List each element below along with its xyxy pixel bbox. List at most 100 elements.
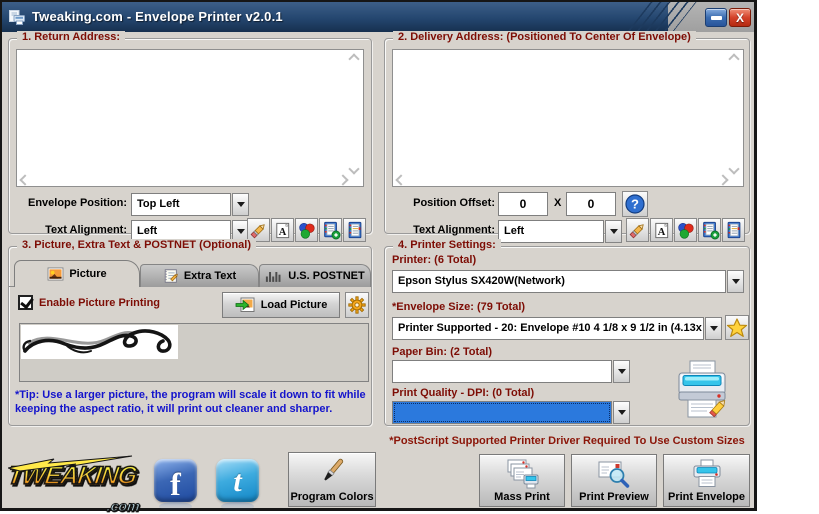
offset-x-input[interactable] bbox=[498, 192, 548, 216]
logo-suffix: .com bbox=[106, 498, 141, 514]
print-envelope-icon bbox=[690, 457, 724, 491]
envelope-size-label: *Envelope Size: (79 Total) bbox=[392, 301, 525, 313]
delivery-address-textarea[interactable] bbox=[392, 49, 744, 187]
chevron-down-icon[interactable] bbox=[727, 270, 744, 293]
printer-properties-button[interactable] bbox=[673, 359, 731, 426]
delivery-clear-text-button[interactable] bbox=[626, 218, 649, 242]
tweaking-logo[interactable]: TWEAKING .com bbox=[8, 462, 140, 508]
printer-settings-group: 4. Printer Settings: Printer: (6 Total) … bbox=[384, 246, 750, 426]
facebook-icon[interactable]: f bbox=[154, 459, 197, 502]
delivery-address-book-button[interactable] bbox=[722, 218, 745, 242]
paper-bin-label: Paper Bin: (2 Total) bbox=[392, 346, 492, 358]
app-icon bbox=[8, 8, 26, 26]
envelope-size-select[interactable]: Printer Supported - 20: Envelope #10 4 1… bbox=[392, 317, 722, 340]
envelope-position-select[interactable]: Top Left bbox=[131, 193, 249, 216]
postnet-tab-icon bbox=[265, 270, 283, 283]
svg-text:?: ? bbox=[631, 197, 639, 212]
picture-options-button[interactable] bbox=[345, 292, 369, 318]
help-icon: ? bbox=[624, 193, 646, 215]
svg-text:A: A bbox=[279, 226, 287, 237]
enable-picture-checkbox[interactable] bbox=[18, 295, 33, 310]
enable-picture-label: Enable Picture Printing bbox=[39, 297, 160, 309]
chevron-down-icon[interactable] bbox=[232, 193, 249, 216]
minimize-icon bbox=[711, 16, 722, 20]
tab-us-postnet[interactable]: U.S. POSTNET bbox=[259, 264, 371, 287]
address-book-icon bbox=[724, 220, 744, 240]
picture-preview bbox=[21, 325, 178, 359]
load-picture-icon bbox=[235, 297, 255, 313]
flourish-swirl-image bbox=[21, 325, 178, 359]
printer-settings-legend: 4. Printer Settings: bbox=[393, 239, 501, 251]
return-font-button[interactable]: A bbox=[271, 218, 294, 242]
favorite-size-button[interactable] bbox=[725, 315, 749, 340]
print-quality-select[interactable] bbox=[392, 401, 630, 424]
font-a-icon: A bbox=[652, 221, 671, 240]
print-preview-button[interactable]: Print Preview bbox=[571, 454, 657, 507]
close-button[interactable]: X bbox=[729, 8, 751, 27]
paintbrush-icon bbox=[317, 455, 347, 491]
tab-extra-text[interactable]: Extra Text bbox=[140, 264, 259, 287]
paper-bin-select[interactable] bbox=[392, 360, 630, 383]
lightning-bolt-icon bbox=[8, 455, 136, 471]
twitter-icon[interactable]: t bbox=[216, 459, 259, 502]
picture-tip-line1: *Tip: Use a larger picture, the program … bbox=[15, 389, 366, 401]
picture-tip-line2: keeping the aspect ratio, it will print … bbox=[15, 403, 332, 415]
text-alignment-label: Text Alignment: bbox=[385, 224, 495, 236]
mass-print-icon bbox=[504, 457, 540, 491]
delivery-text-alignment-select[interactable]: Left bbox=[498, 220, 622, 243]
return-address-book-button[interactable] bbox=[343, 218, 366, 242]
star-icon bbox=[726, 317, 748, 339]
gear-icon bbox=[347, 295, 367, 315]
picture-tab-icon bbox=[47, 267, 64, 281]
svg-text:A: A bbox=[658, 226, 666, 237]
offset-y-input[interactable] bbox=[566, 192, 616, 216]
chevron-down-icon[interactable] bbox=[613, 360, 630, 383]
picture-group: 3. Picture, Extra Text & POSTNET (Option… bbox=[8, 246, 372, 426]
return-address-book-add-button[interactable] bbox=[319, 218, 342, 242]
delivery-font-button[interactable]: A bbox=[650, 218, 673, 242]
tab-picture[interactable]: Picture bbox=[14, 260, 140, 287]
chevron-down-icon[interactable] bbox=[613, 401, 630, 424]
window-title: Tweaking.com - Envelope Printer v2.0.1 bbox=[32, 9, 283, 24]
titlebar: Tweaking.com - Envelope Printer v2.0.1 X bbox=[2, 2, 754, 32]
printer-pencil-icon bbox=[673, 359, 731, 421]
program-colors-button[interactable]: Program Colors bbox=[288, 452, 376, 507]
address-book-add-icon bbox=[700, 220, 720, 240]
delivery-address-group: 2. Delivery Address: (Positioned To Cent… bbox=[384, 38, 750, 234]
envelope-position-label: Envelope Position: bbox=[9, 197, 127, 209]
return-colors-button[interactable] bbox=[295, 218, 318, 242]
printer-label: Printer: (6 Total) bbox=[392, 254, 476, 266]
rgb-circles-icon bbox=[676, 221, 695, 240]
address-book-add-icon bbox=[321, 220, 341, 240]
minimize-button[interactable] bbox=[705, 8, 727, 27]
pencil-eraser-icon bbox=[628, 221, 647, 240]
print-envelope-button[interactable]: Print Envelope bbox=[663, 454, 750, 507]
close-icon: X bbox=[736, 11, 744, 25]
print-preview-icon bbox=[597, 457, 631, 491]
rgb-circles-icon bbox=[297, 221, 316, 240]
picture-group-legend: 3. Picture, Extra Text & POSTNET (Option… bbox=[17, 239, 256, 251]
return-address-textarea[interactable] bbox=[16, 49, 364, 187]
postscript-note: *PostScript Supported Printer Driver Req… bbox=[384, 435, 750, 447]
delivery-address-legend: 2. Delivery Address: (Positioned To Cent… bbox=[393, 31, 696, 43]
picture-preview-box bbox=[19, 323, 369, 382]
app-window: Tweaking.com - Envelope Printer v2.0.1 X… bbox=[0, 0, 757, 511]
pencil-eraser-icon bbox=[249, 221, 268, 240]
return-address-legend: 1. Return Address: bbox=[17, 31, 125, 43]
font-a-icon: A bbox=[273, 221, 292, 240]
delivery-address-book-add-button[interactable] bbox=[698, 218, 721, 242]
print-quality-label: Print Quality - DPI: (0 Total) bbox=[392, 387, 534, 399]
load-picture-button[interactable]: Load Picture bbox=[222, 292, 340, 318]
offset-separator: X bbox=[554, 197, 561, 209]
return-address-group: 1. Return Address: Envelope Position: To… bbox=[8, 38, 372, 234]
extra-text-tab-icon bbox=[163, 268, 179, 284]
address-book-icon bbox=[345, 220, 365, 240]
chevron-down-icon[interactable] bbox=[605, 220, 622, 243]
mass-print-button[interactable]: Mass Print bbox=[479, 454, 565, 507]
printer-select[interactable]: Epson Stylus SX420W(Network) bbox=[392, 270, 744, 293]
position-offset-label: Position Offset: bbox=[385, 197, 495, 209]
offset-help-button[interactable]: ? bbox=[622, 191, 648, 217]
delivery-colors-button[interactable] bbox=[674, 218, 697, 242]
chevron-down-icon[interactable] bbox=[705, 317, 722, 340]
text-alignment-label: Text Alignment: bbox=[9, 224, 127, 236]
